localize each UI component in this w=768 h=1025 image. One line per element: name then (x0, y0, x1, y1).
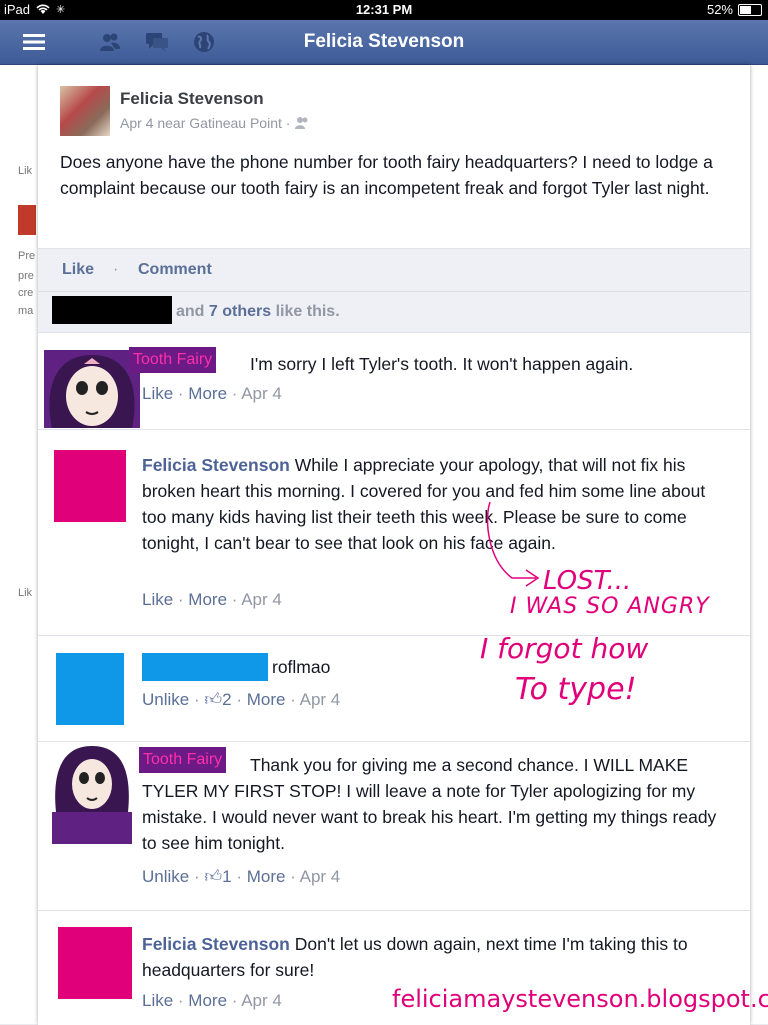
comment-body: Felicia Stevenson Don't let us down agai… (142, 931, 720, 983)
comment-actions: Like · More · Apr 4 (142, 991, 282, 1010)
likes-prefix: and (176, 303, 205, 320)
bg-snippet: Pre (18, 250, 36, 262)
annotation-line-2: I WAS SO ANGRY (510, 594, 710, 619)
status-bar: iPad ✳ 12:31 PM 52% (0, 0, 768, 20)
thumbs-up-icon: 👍︎ (204, 690, 223, 709)
tooth-fairy-name-label[interactable]: Tooth Fairy (139, 747, 227, 773)
commenter-name[interactable]: Tooth Fairy (129, 347, 217, 373)
comment-text: I'm sorry I left Tyler's tooth. It won't… (250, 354, 634, 374)
annotation-line-4: To type! (515, 672, 637, 707)
comment-more-link[interactable]: More (188, 590, 227, 609)
commenter-avatar[interactable] (56, 653, 124, 725)
comment-actions: Unlike · 👍︎1 · More · Apr 4 (142, 867, 341, 886)
annotation-line-3: I forgot how (480, 632, 649, 665)
post-card: Felicia Stevenson Apr 4 near Gatineau Po… (38, 65, 750, 1025)
bg-snippet: pre (18, 270, 34, 282)
action-separator: · (113, 261, 119, 278)
post-meta-text: Apr 4 near Gatineau Point · (120, 115, 291, 131)
like-button[interactable]: Like (62, 261, 94, 279)
comment-actions: Like · More · Apr 4 (142, 384, 282, 403)
comment-like-count[interactable]: 1 (222, 867, 231, 886)
commenter-name[interactable]: Felicia Stevenson (142, 455, 290, 475)
tooth-fairy-name-label[interactable]: Tooth Fairy (129, 347, 217, 373)
comment-date: Apr 4 (241, 590, 282, 609)
battery-icon (738, 3, 762, 16)
likes-text: and 7 others like this. (176, 303, 340, 321)
comment-body: Thank you for giving me a second chance.… (142, 752, 720, 856)
annotation-line-1: LOST... (543, 566, 632, 596)
background-feed-right (750, 65, 768, 1024)
cartoon-face-icon (49, 355, 135, 428)
thumbs-up-icon: 👍︎ (204, 867, 223, 886)
tooth-fairy-avatar[interactable] (52, 742, 132, 844)
comment-like-link[interactable]: Like (142, 384, 173, 403)
comment-unlike-link[interactable]: Unlike (142, 867, 189, 886)
tooth-fairy-avatar[interactable] (44, 350, 140, 428)
comment-body: Felicia Stevenson While I appreciate you… (142, 452, 720, 556)
redacted-commenter-name (142, 653, 268, 681)
comment-like-count[interactable]: 2 (222, 690, 231, 709)
comment-more-link[interactable]: More (188, 991, 227, 1010)
comment-date: Apr 4 (299, 690, 341, 709)
bg-snippet: cre (18, 287, 34, 299)
comment-unlike-link[interactable]: Unlike (142, 690, 189, 709)
comment-actions: Unlike · 👍︎2 · More · Apr 4 (142, 690, 341, 709)
likes-summary: and 7 others like this. (38, 291, 750, 332)
comment-date: Apr 4 (299, 867, 341, 886)
comment-text: Thank you for giving me a second chance.… (142, 755, 717, 853)
post-actions: Like · Comment (38, 248, 750, 291)
post-author-name[interactable]: Felicia Stevenson (120, 89, 264, 109)
comment-more-link[interactable]: More (188, 384, 227, 403)
author-avatar[interactable] (60, 86, 110, 136)
comment-more-link[interactable]: More (247, 867, 286, 886)
post-text: Does anyone have the phone number for to… (60, 152, 713, 198)
background-feed-left: Lik Pre pre cre ma Lik (0, 65, 38, 1024)
likes-suffix: like this. (275, 303, 340, 320)
blog-watermark: feliciamaystevenson.blogspot.ca (392, 985, 768, 1013)
status-time: 12:31 PM (355, 2, 413, 17)
likes-others-link[interactable]: 7 others (209, 303, 271, 320)
nav-bar: Felicia Stevenson (0, 20, 768, 65)
bg-thumbnail (18, 205, 36, 235)
redacted-name (52, 296, 172, 324)
comment-button[interactable]: Comment (138, 261, 212, 279)
post-meta: Apr 4 near Gatineau Point · (120, 115, 310, 131)
comment-more-link[interactable]: More (247, 690, 286, 709)
nav-title: Felicia Stevenson (303, 31, 465, 52)
commenter-name[interactable]: Felicia Stevenson (142, 934, 290, 954)
cartoon-face-icon (52, 742, 132, 812)
commenter-name[interactable]: Tooth Fairy (139, 747, 227, 773)
commenter-avatar[interactable] (54, 450, 126, 522)
comment-like-link[interactable]: Like (142, 590, 173, 609)
commenter-avatar[interactable] (58, 927, 132, 999)
bg-snippet: Lik (18, 587, 33, 599)
comment-like-link[interactable]: Like (142, 991, 173, 1010)
bg-snippet: ma (18, 305, 34, 317)
battery-percent: 52% (706, 2, 733, 17)
comment-actions: Like · More · Apr 4 (142, 590, 282, 609)
friends-privacy-icon (295, 117, 308, 129)
comment-date: Apr 4 (241, 991, 282, 1010)
comment-date: Apr 4 (241, 384, 282, 403)
bg-snippet: Lik (18, 165, 33, 177)
